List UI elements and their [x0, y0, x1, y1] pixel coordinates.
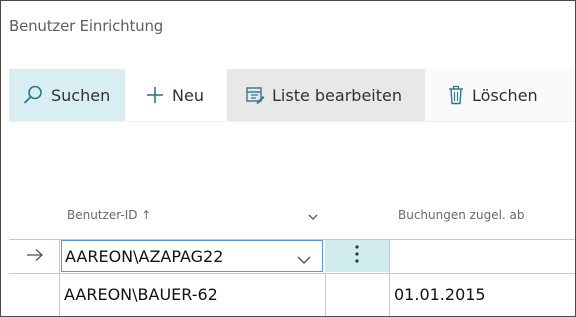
trash-icon	[447, 85, 465, 105]
table-cell-user-id[interactable]: AAREON\BAUER-62	[64, 285, 218, 304]
edit-list-button[interactable]: Liste bearbeiten	[227, 69, 425, 121]
chevron-down-icon[interactable]	[297, 250, 311, 269]
more-vertical-icon	[354, 244, 360, 268]
edit-list-button-label: Liste bearbeiten	[272, 85, 402, 105]
user-id-input[interactable]: AAREON\AZAPAG22	[61, 240, 323, 272]
row-actions-button[interactable]	[325, 240, 389, 272]
row-divider	[9, 273, 575, 274]
new-button-label: Neu	[172, 85, 204, 105]
user-id-value: AAREON\AZAPAG22	[65, 246, 224, 266]
plus-icon	[145, 85, 165, 105]
search-icon	[22, 84, 44, 106]
column-divider	[325, 273, 326, 316]
search-button[interactable]: Suchen	[9, 69, 125, 121]
table-cell-postings-allowed-from[interactable]: 01.01.2015	[394, 285, 486, 304]
column-divider	[389, 239, 390, 316]
page-title: Benutzer Einrichtung	[9, 17, 164, 35]
edit-list-icon	[245, 85, 265, 105]
chevron-down-icon[interactable]	[307, 208, 319, 227]
arrow-right-icon	[26, 247, 44, 266]
search-button-label: Suchen	[51, 85, 111, 105]
delete-button-label: Löschen	[472, 85, 538, 105]
column-divider	[59, 239, 60, 316]
new-button[interactable]: Neu	[125, 69, 227, 121]
page-frame: Benutzer Einrichtung Suchen Neu Liste be…	[0, 0, 576, 317]
delete-button[interactable]: Löschen	[425, 69, 575, 121]
column-header-postings-allowed-from[interactable]: Buchungen zugel. ab	[398, 208, 525, 222]
action-bar: Suchen Neu Liste bearbeiten Löschen	[9, 69, 575, 122]
column-header-user-id[interactable]: Benutzer-ID ↑	[67, 208, 151, 222]
